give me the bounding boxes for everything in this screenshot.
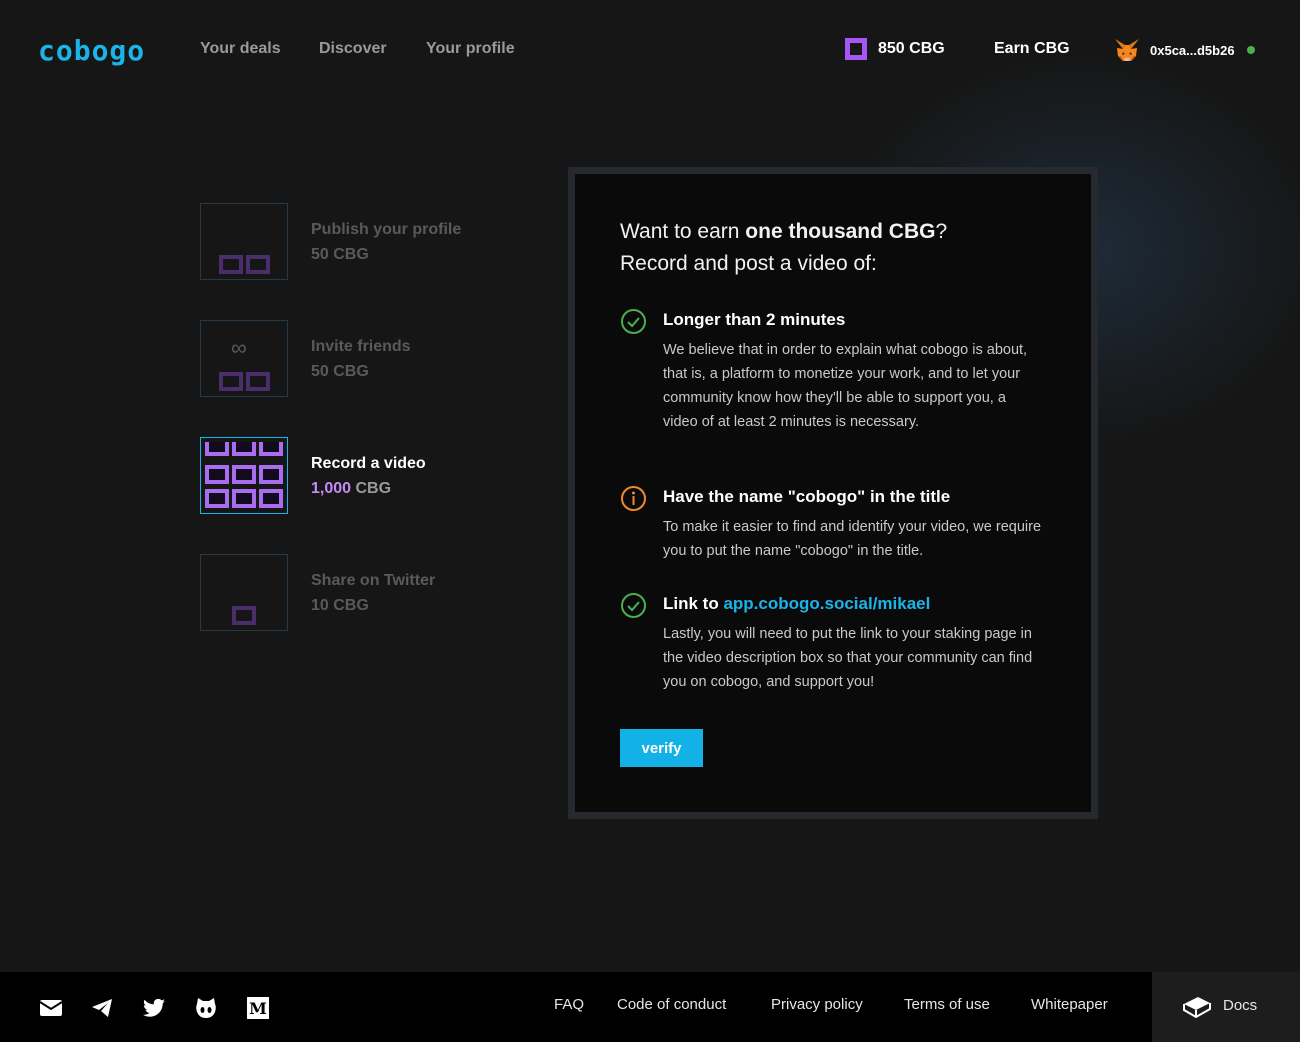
cbg-block-icon	[205, 489, 229, 508]
footer-link-code-of-conduct[interactable]: Code of conduct	[617, 996, 726, 1013]
top-header: cobogo Your deals Discover Your profile …	[0, 0, 1300, 100]
medium-icon[interactable]: M	[246, 996, 270, 1020]
step-thumbnail	[200, 203, 288, 280]
step-title: Record a video	[311, 455, 426, 472]
twitter-icon[interactable]	[142, 996, 166, 1020]
step-publish-profile[interactable]: Publish your profile 50 CBG	[200, 203, 530, 281]
cbg-block-icon	[232, 465, 256, 484]
cobogo-logo[interactable]: cobogo	[38, 34, 145, 67]
requirement-title: Link to app.cobogo.social/mikael	[663, 594, 931, 613]
requirement-title: Longer than 2 minutes	[663, 310, 846, 329]
docs-button[interactable]: Docs	[1152, 972, 1300, 1042]
step-thumbnail	[200, 554, 288, 631]
footer-link-faq[interactable]: FAQ	[554, 996, 584, 1013]
step-share-twitter[interactable]: Share on Twitter 10 CBG	[200, 554, 530, 632]
cbg-block-icon	[219, 372, 243, 391]
card-headline: Want to earn one thousand CBG? Record an…	[620, 220, 948, 275]
requirement-description: Lastly, you will need to put the link to…	[663, 626, 1033, 690]
footer-link-privacy-policy[interactable]: Privacy policy	[771, 996, 863, 1013]
connection-status-dot	[1246, 46, 1255, 54]
task-card: Want to earn one thousand CBG? Record an…	[575, 174, 1091, 812]
cbg-balance[interactable]: 850 CBG	[845, 38, 945, 60]
cbg-block-icon	[205, 465, 229, 484]
step-title: Publish your profile	[311, 221, 462, 238]
wallet-account[interactable]: 0x5ca...d5b26	[1113, 36, 1255, 64]
svg-text:M: M	[249, 999, 267, 1018]
requirement-description: To make it easier to find and identify y…	[663, 519, 1042, 559]
metamask-fox-icon	[1115, 39, 1139, 61]
step-record-video[interactable]: Record a video 1,000 CBG	[200, 437, 530, 515]
verify-button[interactable]: verify	[620, 729, 703, 767]
cbg-block-icon	[232, 442, 256, 456]
cbg-block-icon	[219, 255, 243, 274]
infinity-icon: ∞	[231, 335, 247, 360]
cbg-token-icon	[845, 38, 867, 60]
info-circle-icon	[621, 486, 646, 511]
step-thumbnail	[200, 437, 288, 514]
cbg-block-icon	[259, 465, 283, 484]
nav-earn-cbg[interactable]: Earn CBG	[994, 40, 1070, 58]
cbg-block-icon	[246, 255, 270, 274]
step-thumbnail: ∞	[200, 320, 288, 397]
cbg-block-icon	[232, 489, 256, 508]
balance-amount: 850 CBG	[878, 40, 945, 57]
requirement-title: Have the name "cobogo" in the title	[663, 487, 951, 506]
requirement-description: We believe that in order to explain what…	[663, 342, 1028, 430]
step-title: Share on Twitter	[311, 572, 436, 589]
github-icon[interactable]	[194, 996, 218, 1020]
check-circle-icon	[621, 309, 646, 334]
footer-link-whitepaper[interactable]: Whitepaper	[1031, 996, 1108, 1013]
nav-your-profile[interactable]: Your profile	[426, 40, 515, 58]
step-title: Invite friends	[311, 338, 411, 355]
book-icon	[1183, 997, 1211, 1019]
step-reward: 50 CBG	[311, 246, 369, 263]
step-reward: 50 CBG	[311, 363, 369, 380]
mail-icon[interactable]	[39, 996, 63, 1020]
step-reward: 1,000 CBG	[311, 480, 392, 497]
telegram-icon[interactable]	[90, 996, 114, 1020]
step-invite-friends[interactable]: ∞ Invite friends 50 CBG	[200, 320, 530, 398]
staking-page-link[interactable]: app.cobogo.social/mikael	[723, 594, 930, 613]
nav-your-deals[interactable]: Your deals	[200, 40, 281, 58]
cbg-block-icon	[259, 489, 283, 508]
cbg-block-icon	[232, 606, 256, 625]
footer: M FAQ Code of conduct Privacy policy Ter…	[0, 972, 1300, 1042]
check-circle-icon	[621, 593, 646, 618]
nav-discover[interactable]: Discover	[319, 40, 387, 58]
cbg-block-icon	[205, 442, 229, 456]
footer-link-terms-of-use[interactable]: Terms of use	[904, 996, 990, 1013]
cbg-block-icon	[246, 372, 270, 391]
cbg-block-icon	[259, 442, 283, 456]
step-reward: 10 CBG	[311, 597, 369, 614]
wallet-address: 0x5ca...d5b26	[1150, 42, 1235, 58]
docs-label: Docs	[1223, 997, 1258, 1014]
